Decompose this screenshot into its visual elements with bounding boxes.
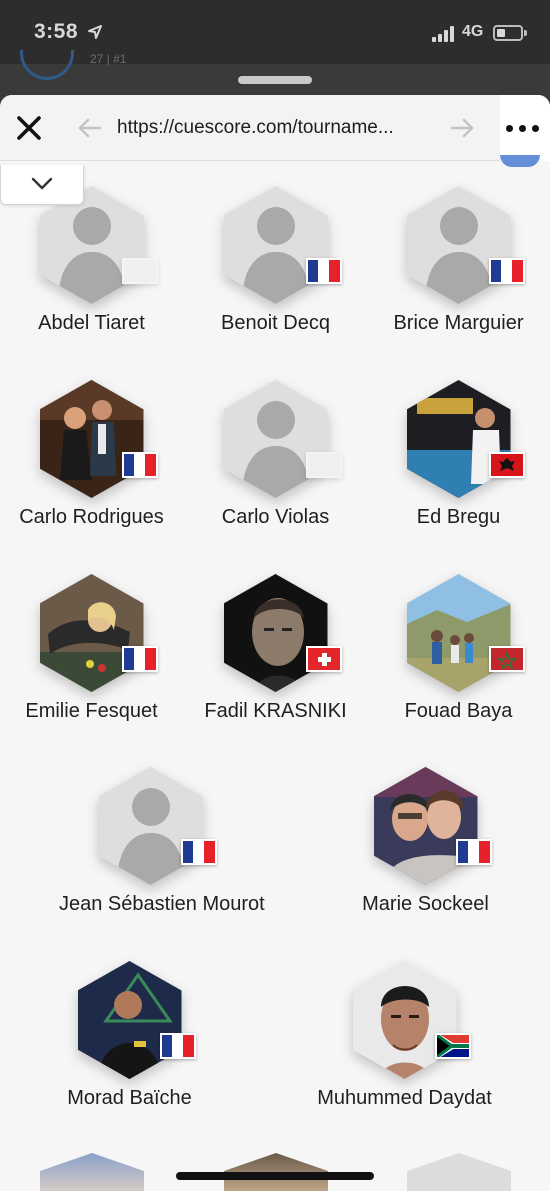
player-avatar[interactable] (406, 574, 511, 692)
home-indicator (176, 1172, 374, 1180)
france-flag-icon (159, 1033, 196, 1059)
player-card[interactable]: Benoit Decq (184, 186, 367, 356)
player-name[interactable]: Abdel Tiaret (0, 312, 183, 335)
player-avatar[interactable] (98, 767, 203, 885)
player-avatar[interactable] (373, 767, 478, 885)
player-card[interactable]: Jean Sébastien Mourot (59, 767, 265, 937)
forward-arrow-icon[interactable] (450, 117, 476, 139)
player-card[interactable]: Marie Sockeel (334, 767, 517, 937)
player-card[interactable]: Fouad Baya (367, 574, 550, 744)
url-field[interactable]: https://cuescore.com/tourname... (117, 117, 394, 139)
player-avatar[interactable] (406, 380, 511, 498)
battery-tip (524, 30, 527, 36)
france-flag-icon (488, 258, 525, 284)
switzerland-flag-icon (305, 646, 342, 672)
chevron-down-icon (31, 177, 53, 190)
player-card[interactable]: Abdel Tiaret (0, 186, 183, 356)
player-avatar[interactable] (77, 961, 182, 1079)
player-avatar[interactable] (223, 574, 328, 692)
player-name[interactable]: Fadil KRASNIKI (184, 700, 367, 723)
player-card[interactable]: Ed Bregu (367, 380, 550, 550)
france-flag-icon (180, 839, 217, 865)
player-name[interactable]: Benoit Decq (184, 312, 367, 335)
player-card[interactable]: Brice Marguier (367, 186, 550, 356)
player-name[interactable]: Morad Baïche (38, 1087, 221, 1110)
player-avatar[interactable] (223, 186, 328, 304)
sheet-grabber[interactable] (238, 76, 312, 84)
player-avatar[interactable] (39, 380, 144, 498)
player-name[interactable]: Muhummed Daydat (313, 1087, 496, 1110)
browser-toolbar: https://cuescore.com/tourname... (0, 95, 550, 161)
player-name[interactable]: Emilie Fesquet (0, 700, 183, 723)
background-text: 27 | #1 (90, 52, 127, 66)
flag-empty (305, 452, 342, 478)
france-flag-icon (455, 839, 492, 865)
france-flag-icon (121, 452, 158, 478)
france-flag-icon (305, 258, 342, 284)
status-time: 3:58 (34, 20, 79, 43)
player-avatar[interactable] (39, 574, 144, 692)
collapse-tab[interactable] (0, 165, 84, 205)
france-flag-icon (121, 646, 158, 672)
page-content: Abdel Tiaret Benoit Decq Brice Marguier … (0, 155, 550, 1191)
close-icon[interactable] (14, 113, 44, 143)
location-arrow-icon (88, 25, 102, 39)
player-name[interactable]: Jean Sébastien Mourot (59, 893, 265, 916)
albania-flag-icon (488, 452, 525, 478)
player-name[interactable]: Ed Bregu (367, 506, 550, 529)
south-africa-flag-icon (434, 1033, 471, 1059)
player-name[interactable]: Carlo Rodrigues (0, 506, 183, 529)
network-type: 4G (462, 23, 484, 40)
back-arrow-icon[interactable] (76, 117, 102, 139)
status-bar: 3:58 4G (0, 0, 550, 64)
player-card[interactable]: Fadil KRASNIKI (184, 574, 367, 744)
cell-signal-icon (432, 26, 458, 42)
player-avatar[interactable] (352, 961, 457, 1079)
player-card[interactable]: Carlo Rodrigues (0, 380, 183, 550)
browser-sheet: https://cuescore.com/tourname... Abdel T… (0, 95, 550, 1191)
player-card[interactable]: Emilie Fesquet (0, 574, 183, 744)
battery-icon (493, 25, 523, 41)
more-options-button[interactable] (500, 95, 550, 161)
player-avatar[interactable] (406, 186, 511, 304)
player-name[interactable]: Marie Sockeel (334, 893, 517, 916)
morocco-flag-icon (488, 646, 525, 672)
player-card[interactable]: Morad Baïche (38, 961, 221, 1131)
player-card[interactable]: Carlo Violas (184, 380, 367, 550)
player-name[interactable]: Fouad Baya (367, 700, 550, 723)
player-name[interactable]: Carlo Violas (184, 506, 367, 529)
player-name[interactable]: Brice Marguier (367, 312, 550, 335)
page-avatar-edge (500, 155, 540, 167)
player-avatar[interactable] (223, 380, 328, 498)
flag-empty (121, 258, 158, 284)
player-card[interactable]: Muhummed Daydat (313, 961, 496, 1131)
